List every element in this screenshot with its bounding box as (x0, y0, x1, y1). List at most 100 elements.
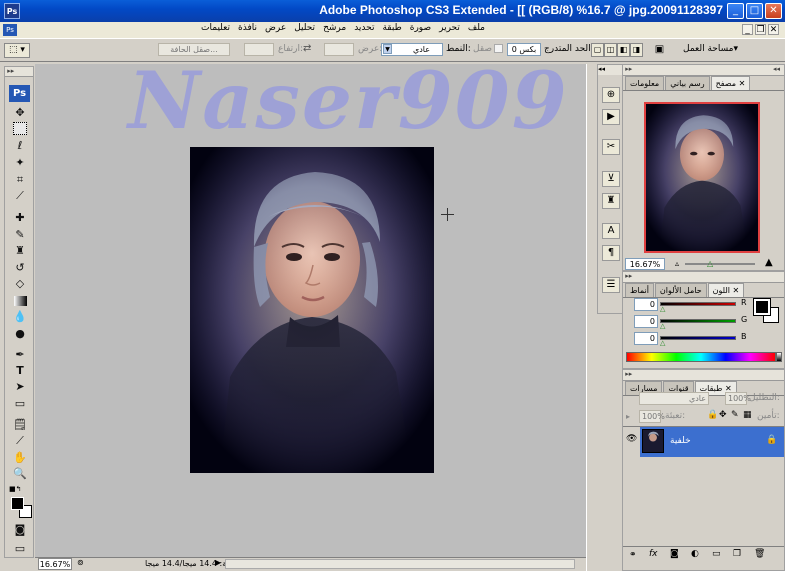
new-layer-icon[interactable]: ❐ (733, 549, 741, 559)
lock-pixels-icon[interactable]: ✎ (731, 410, 739, 420)
adjustment-layer-icon[interactable]: ◐ (691, 549, 699, 559)
canvas-area[interactable]: Naser909 (35, 54, 586, 557)
doc-close-button[interactable]: ✕ (768, 24, 779, 35)
menu-item-0[interactable]: ملف (468, 23, 485, 33)
photoshop-app-icon[interactable]: Ps (4, 3, 20, 19)
eraser-tool-icon[interactable]: ◇ (10, 276, 30, 292)
notes-tool-icon[interactable]: 🗒 (10, 417, 30, 433)
fill-field[interactable]: 100% (639, 410, 665, 423)
eyedropper-tool-icon[interactable]: ⟋ (10, 433, 30, 449)
dock-grip[interactable]: ◂◂ (598, 65, 622, 75)
menu-item-5[interactable]: مرشح (323, 23, 346, 33)
doc-minimize-button[interactable]: _ (742, 24, 753, 35)
intersect-selection-button[interactable]: ◨ (630, 43, 643, 57)
blue-slider-thumb[interactable]: △ (660, 339, 665, 347)
tab-color[interactable]: اللون ✕ (707, 283, 745, 297)
blur-tool-icon[interactable]: 💧 (10, 309, 30, 325)
new-selection-button[interactable]: ▢ (591, 43, 604, 57)
tab-swatches[interactable]: حامل الألوان (654, 283, 707, 297)
healing-brush-tool-icon[interactable]: ✚ (10, 210, 30, 226)
navigator-thumbnail[interactable] (644, 102, 760, 253)
add-mask-icon[interactable]: ◙ (670, 549, 679, 559)
menu-item-2[interactable]: صورة (410, 23, 431, 33)
layer-style-icon[interactable]: fx (649, 549, 658, 559)
link-layers-icon[interactable]: ⚭ (629, 550, 637, 560)
tool-preset-picker[interactable]: ⬚ ▾ (4, 43, 30, 58)
blend-mode-select[interactable]: عادي (639, 392, 709, 405)
zoom-level-field[interactable]: 16.67% (38, 558, 72, 570)
menu-item-3[interactable]: طبقة (382, 23, 401, 33)
workspace-menu[interactable]: مساحة العمل▾ (683, 44, 738, 54)
type-tool-icon[interactable]: T (10, 363, 30, 379)
subtract-selection-button[interactable]: ◧ (617, 43, 630, 57)
clone-stamp-tool-icon[interactable]: ♜ (10, 243, 30, 259)
lasso-tool-icon[interactable]: ℓ (10, 138, 30, 154)
actions-dock-icon[interactable]: ▶ (602, 109, 620, 125)
tab-navigator[interactable]: مصفح ✕ (710, 76, 751, 90)
status-icon[interactable]: ⊚ (77, 558, 87, 570)
navigator-zoom-field[interactable]: 16.67% (625, 258, 665, 270)
menu-item-1[interactable]: تحرير (439, 23, 460, 33)
swap-dimensions-icon[interactable]: ⇄ (303, 43, 311, 54)
red-slider[interactable] (660, 302, 736, 306)
tab-histogram[interactable]: رسم بياني (665, 76, 710, 90)
doc-restore-button[interactable]: ❐ (755, 24, 766, 35)
document-icon[interactable]: Ps (3, 24, 17, 36)
red-value-field[interactable]: 0 (634, 298, 658, 311)
tools-panel-grip[interactable]: ▸▸ (5, 67, 33, 77)
screen-mode-icon[interactable]: ▭ (10, 541, 30, 557)
tab-info[interactable]: معلومات (625, 76, 665, 90)
vertical-scrollbar[interactable] (586, 64, 596, 571)
horizontal-scrollbar[interactable] (225, 559, 575, 569)
gradient-tool-icon[interactable] (10, 293, 30, 309)
maximize-button[interactable]: □ (746, 3, 763, 19)
marquee-tool-icon[interactable] (13, 122, 27, 135)
layer-comps-dock-icon[interactable]: ☰ (602, 277, 620, 293)
foreground-color-swatch[interactable] (11, 497, 24, 510)
zoom-tool-icon[interactable]: 🔍 (10, 466, 30, 482)
close-button[interactable]: ✕ (765, 3, 782, 19)
clone-source-dock-icon[interactable]: ♜ (602, 193, 620, 209)
zoom-in-icon[interactable]: ▲ (765, 257, 773, 268)
color-panel-grip[interactable]: ▸▸ (623, 272, 784, 283)
navigator-dock-icon[interactable]: ⊕ (602, 87, 620, 103)
menu-item-4[interactable]: تحديد (354, 23, 374, 33)
tab-styles[interactable]: أنماط (625, 283, 654, 297)
layer-name[interactable]: خلفية (670, 436, 691, 446)
menu-item-9[interactable]: تعليمات (201, 23, 230, 33)
menu-item-7[interactable]: عرض (265, 23, 286, 33)
antialias-checkbox[interactable] (494, 44, 503, 53)
red-slider-thumb[interactable]: △ (660, 305, 665, 313)
navigator-panel-grip[interactable]: ▸▸ ◂◂ (623, 65, 784, 76)
foreground-color-chip[interactable] (753, 298, 771, 316)
delete-layer-icon[interactable]: 🗑 (754, 549, 765, 559)
hand-tool-icon[interactable]: ✋ (10, 450, 30, 466)
blue-value-field[interactable]: 0 (634, 332, 658, 345)
minimize-button[interactable]: _ (727, 3, 744, 19)
navigator-zoom-slider[interactable] (685, 263, 755, 265)
layer-row-background[interactable]: خلفية 🔒 (640, 427, 784, 457)
brush-tool-icon[interactable]: ✎ (10, 227, 30, 243)
fill-arrow-icon[interactable]: ▸ (626, 412, 630, 421)
photoshop-logo[interactable]: Ps (9, 85, 30, 102)
lock-position-icon[interactable]: ✥ (719, 410, 727, 420)
path-selection-tool-icon[interactable]: ➤ (10, 379, 30, 395)
status-menu-arrow-icon[interactable]: ▶ (215, 558, 221, 567)
default-colors-icon[interactable]: ■↰ (9, 485, 21, 493)
pen-tool-icon[interactable]: ✒ (10, 347, 30, 363)
workspace-icon[interactable]: ▣ (651, 42, 668, 58)
dodge-tool-icon[interactable]: ● (10, 326, 30, 342)
blue-slider[interactable] (660, 336, 736, 340)
opacity-field[interactable]: 100% (725, 392, 751, 405)
chevron-down-icon[interactable]: ▼ (383, 44, 392, 54)
shape-tool-icon[interactable]: ▭ (10, 396, 30, 412)
green-value-field[interactable]: 0 (634, 315, 658, 328)
brushes-dock-icon[interactable]: ⊻ (602, 171, 620, 187)
color-ramp[interactable] (626, 352, 776, 362)
zoom-out-icon[interactable]: ▵ (675, 259, 679, 268)
add-selection-button[interactable]: ◫ (604, 43, 617, 57)
menu-item-8[interactable]: نافذة (238, 23, 257, 33)
magic-wand-tool-icon[interactable]: ✦ (10, 155, 30, 171)
character-dock-icon[interactable]: A (602, 223, 620, 239)
slice-tool-icon[interactable]: ⟋ (10, 188, 30, 204)
